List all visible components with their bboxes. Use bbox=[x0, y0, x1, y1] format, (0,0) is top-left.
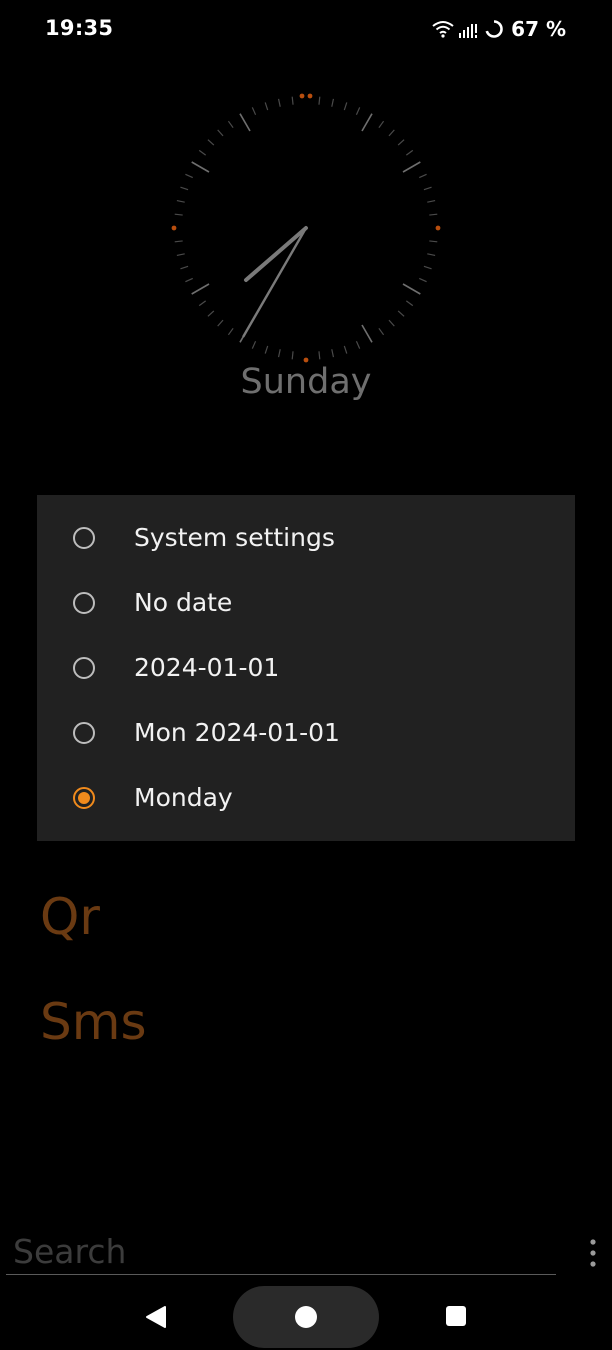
wifi-icon bbox=[432, 21, 454, 38]
clock-tick bbox=[378, 120, 385, 129]
clock-day-label: Sunday bbox=[240, 362, 372, 402]
clock-quarter-dot bbox=[307, 93, 313, 99]
clock-tick bbox=[191, 283, 210, 295]
clock-tick bbox=[405, 149, 414, 156]
clock-tick bbox=[217, 129, 224, 137]
clock-tick bbox=[402, 161, 421, 173]
battery-ring-icon bbox=[485, 20, 503, 38]
clock-tick bbox=[176, 199, 185, 203]
date-format-dialog: System settings No date 2024-01-01 Mon 2… bbox=[37, 495, 575, 841]
clock-tick bbox=[423, 186, 432, 191]
clock-tick bbox=[198, 300, 207, 307]
clock-quarter-dot bbox=[435, 225, 441, 231]
clock-tick bbox=[331, 98, 335, 107]
option-label: 2024-01-01 bbox=[134, 653, 280, 682]
option-no-date[interactable]: No date bbox=[37, 570, 575, 635]
option-label: Monday bbox=[134, 783, 233, 812]
clock-tick bbox=[429, 213, 438, 216]
clock-tick bbox=[251, 341, 257, 349]
option-label: Mon 2024-01-01 bbox=[134, 718, 340, 747]
clock-hour-hand bbox=[244, 226, 308, 282]
clock-tick bbox=[207, 310, 215, 317]
clock-tick bbox=[239, 113, 251, 132]
clock-tick bbox=[397, 139, 405, 146]
clock-tick bbox=[419, 173, 427, 179]
clock-minute-hand bbox=[242, 226, 308, 338]
option-label: System settings bbox=[134, 523, 335, 552]
clock-tick bbox=[291, 351, 294, 360]
search-input[interactable] bbox=[13, 1230, 533, 1272]
clock-face bbox=[171, 93, 441, 363]
clock-quarter-dot bbox=[171, 225, 177, 231]
clock-tick bbox=[264, 345, 269, 354]
clock-tick bbox=[423, 265, 432, 270]
clock-tick bbox=[185, 173, 193, 179]
app-item-qr[interactable]: Qr bbox=[40, 888, 100, 946]
clock-tick bbox=[343, 102, 348, 111]
clock-tick bbox=[185, 277, 193, 283]
clock-tick bbox=[355, 341, 361, 349]
signal-icon bbox=[459, 24, 478, 38]
app-item-sms[interactable]: Sms bbox=[40, 993, 147, 1051]
radio-button-selected[interactable] bbox=[73, 786, 95, 809]
clock-tick bbox=[388, 319, 395, 327]
clock-tick bbox=[378, 327, 385, 336]
clock-tick bbox=[180, 186, 189, 191]
clock-tick bbox=[419, 277, 427, 283]
option-weekday-iso-date[interactable]: Mon 2024-01-01 bbox=[37, 700, 575, 765]
clock-tick bbox=[174, 240, 183, 243]
clock-tick bbox=[331, 349, 335, 358]
clock-tick bbox=[198, 149, 207, 156]
clock-tick bbox=[318, 96, 321, 105]
clock-tick bbox=[291, 96, 294, 105]
search-bar bbox=[6, 1228, 556, 1275]
clock-tick bbox=[227, 327, 234, 336]
more-options-icon[interactable] bbox=[586, 1238, 600, 1268]
option-weekday[interactable]: Monday bbox=[37, 765, 575, 830]
radio-button[interactable] bbox=[73, 721, 95, 744]
clock-tick bbox=[427, 253, 436, 257]
home-icon bbox=[295, 1306, 317, 1328]
clock-tick bbox=[251, 107, 257, 115]
status-bar: 19:35 67 % bbox=[0, 0, 612, 56]
clock-tick bbox=[180, 265, 189, 270]
clock-tick bbox=[402, 283, 421, 295]
back-icon[interactable] bbox=[144, 1305, 168, 1329]
home-button[interactable] bbox=[233, 1286, 379, 1348]
clock-tick bbox=[277, 98, 281, 107]
clock-quarter-dot bbox=[299, 93, 305, 99]
clock-tick bbox=[343, 345, 348, 354]
option-iso-date[interactable]: 2024-01-01 bbox=[37, 635, 575, 700]
clock-tick bbox=[388, 129, 395, 137]
clock-tick bbox=[355, 107, 361, 115]
clock-tick bbox=[277, 349, 281, 358]
clock-tick bbox=[427, 199, 436, 203]
clock-tick bbox=[176, 253, 185, 257]
option-label: No date bbox=[134, 588, 233, 617]
clock-tick bbox=[405, 300, 414, 307]
radio-button[interactable] bbox=[73, 656, 95, 679]
clock-tick bbox=[318, 351, 321, 360]
status-icons: 67 % bbox=[432, 16, 566, 42]
clock-tick bbox=[217, 319, 224, 327]
clock-tick bbox=[207, 139, 215, 146]
clock-tick bbox=[174, 213, 183, 216]
radio-button[interactable] bbox=[73, 591, 95, 614]
clock-tick bbox=[429, 240, 438, 243]
analog-clock[interactable] bbox=[170, 92, 442, 364]
status-time: 19:35 bbox=[45, 16, 114, 40]
battery-percent: 67 % bbox=[511, 17, 566, 41]
clock-tick bbox=[361, 113, 373, 132]
clock-tick bbox=[264, 102, 269, 111]
recents-icon[interactable] bbox=[446, 1306, 466, 1326]
clock-tick bbox=[191, 161, 210, 173]
clock-tick bbox=[227, 120, 234, 129]
option-system-settings[interactable]: System settings bbox=[37, 505, 575, 570]
clock-tick bbox=[361, 324, 373, 343]
clock-tick bbox=[397, 310, 405, 317]
radio-button[interactable] bbox=[73, 526, 95, 549]
